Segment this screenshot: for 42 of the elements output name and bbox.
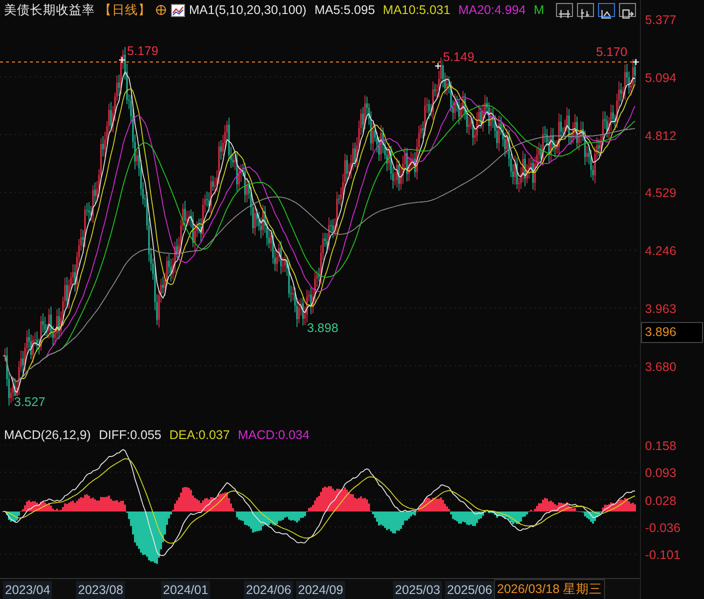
macd-axis-label: -0.036: [645, 520, 680, 537]
moving-average-value: MA20:4.994: [458, 2, 526, 19]
date-axis-label: 2025/03: [393, 581, 442, 599]
peak-marker: [434, 62, 442, 70]
date-axis-label: 2023/08: [76, 581, 126, 599]
macd-axis-label: 0.093: [645, 465, 676, 482]
date-axis-label: 2024/01: [161, 581, 210, 599]
moving-average-value: M: [534, 2, 544, 19]
grid-icon[interactable]: [556, 3, 573, 17]
date-axis-label: 2023/04: [3, 581, 52, 599]
price-axis-label: 5.377: [645, 12, 676, 29]
date-axis-label: 2024/06: [244, 581, 294, 599]
moving-average-value: MA10:5.031: [382, 2, 450, 19]
macd-axis-label: -0.101: [645, 547, 680, 564]
current-price-label: 3.896: [641, 322, 703, 343]
line-chart-icon[interactable]: [171, 4, 185, 16]
chart-title: 美债长期收益率: [4, 2, 95, 19]
date-axis-label: 2025/06: [445, 581, 494, 599]
macd-axis-label: 0.158: [645, 438, 676, 455]
peak-marker: [118, 56, 126, 64]
price-axis-label: 5.094: [645, 70, 676, 87]
macd-axis-label: 0.028: [645, 492, 676, 510]
indicator-value: MACD:0.034: [238, 426, 310, 444]
candle-icon[interactable]: [577, 3, 594, 17]
indicator-label: MACD(26,12,9): [4, 426, 91, 444]
period-label: 【日线】: [99, 2, 151, 19]
export-icon[interactable]: [619, 3, 636, 17]
price-axis-label: 3.680: [645, 358, 676, 376]
ma-parameters: MA1(5,10,20,30,100): [189, 2, 306, 19]
price-axis-label: 4.812: [645, 128, 676, 145]
chart-icon[interactable]: [598, 3, 615, 17]
peak-marker: [632, 58, 640, 66]
price-axis-label: 3.963: [645, 301, 676, 318]
price-annotation: 5.149: [443, 51, 474, 65]
crosshair-date-label: 2026/03/18 星期三: [494, 579, 606, 599]
moving-average-value: MA5:5.095: [314, 2, 375, 19]
indicator-value: DIFF:0.055: [98, 426, 162, 444]
indicator-value: DEA:0.037: [169, 426, 230, 444]
price-axis-label: 4.529: [645, 185, 676, 202]
date-axis-label: 2024/09: [296, 581, 346, 599]
price-axis-label: 4.246: [645, 243, 676, 260]
crosshair-icon[interactable]: [155, 4, 167, 16]
